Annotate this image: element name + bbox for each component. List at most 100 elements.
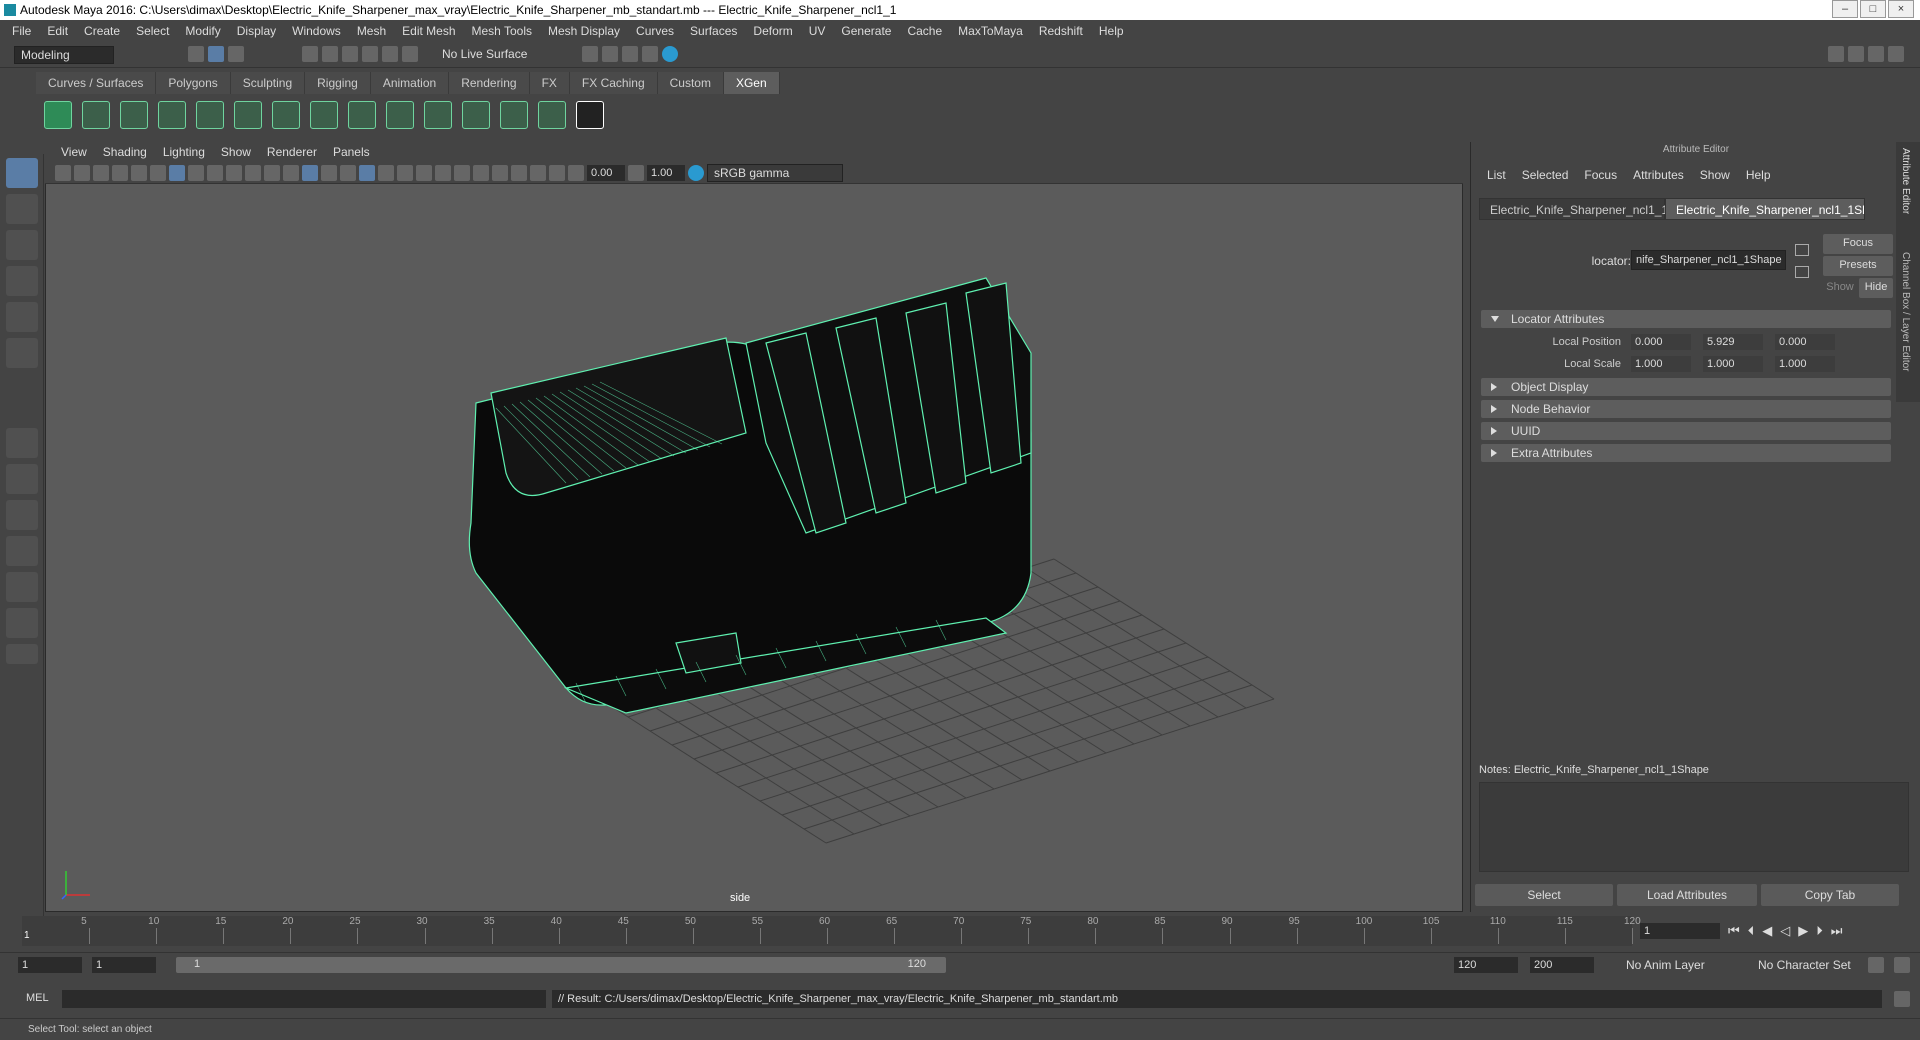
tab-xgen[interactable]: XGen (723, 72, 780, 94)
bookmark-icon[interactable] (93, 164, 109, 181)
tab-curves-surfaces[interactable]: Curves / Surfaces (36, 72, 157, 94)
menu-display[interactable]: Display (229, 24, 284, 38)
copy-tab-button[interactable]: Copy Tab (1761, 884, 1899, 906)
paint-select-icon[interactable] (6, 230, 38, 260)
tab-rendering[interactable]: Rendering (449, 72, 530, 94)
presets-button[interactable]: Presets (1823, 256, 1893, 276)
xgen-place-guide-icon[interactable] (196, 101, 224, 129)
step-forward-key-icon[interactable]: ⏵ (1816, 923, 1823, 939)
textured-icon[interactable] (359, 164, 375, 181)
move-tool-icon[interactable] (6, 266, 38, 296)
play-backward-icon[interactable]: ◁ (1780, 923, 1790, 939)
tab-polygons[interactable]: Polygons (156, 72, 231, 94)
image-plane-icon[interactable] (112, 164, 128, 181)
panel-menu-lighting[interactable]: Lighting (155, 145, 213, 159)
lights-icon[interactable] (378, 164, 394, 181)
snap-view-icon[interactable] (362, 46, 378, 62)
ae-menu-attributes[interactable]: Attributes (1625, 164, 1692, 186)
tool-settings-icon[interactable] (1868, 46, 1884, 62)
snap-surface-icon[interactable] (382, 46, 398, 62)
command-language-label[interactable]: MEL (26, 992, 49, 1004)
2d-pan-zoom-icon[interactable] (131, 164, 147, 181)
xgen-add-guide-icon[interactable] (234, 101, 262, 129)
ipr-render-icon[interactable] (622, 46, 638, 62)
ae-menu-list[interactable]: List (1479, 164, 1514, 186)
menu-windows[interactable]: Windows (284, 24, 349, 38)
gate-mask-icon[interactable] (226, 164, 242, 181)
rotate-tool-icon[interactable] (6, 302, 38, 332)
shelf-options-icon[interactable] (20, 76, 34, 136)
xgen-bend-icon[interactable] (424, 101, 452, 129)
focus-button[interactable]: Focus (1823, 234, 1893, 254)
section-uuid[interactable]: UUID (1481, 422, 1891, 440)
safe-action-icon[interactable] (264, 164, 280, 181)
color-space-dropdown[interactable]: sRGB gamma (707, 163, 843, 182)
render-view-icon[interactable] (582, 46, 598, 62)
viewport[interactable] (45, 142, 1463, 912)
anim-start-field[interactable]: 1 (18, 957, 82, 973)
local-position-x[interactable]: 0.000 (1631, 334, 1691, 350)
xgen-layers-icon[interactable] (386, 101, 414, 129)
xgen-editor-icon[interactable] (44, 101, 72, 129)
camera-attributes-icon[interactable] (74, 164, 90, 181)
animation-prefs-icon[interactable] (1894, 957, 1910, 973)
command-input[interactable] (62, 990, 546, 1008)
xgen-sculpt-guide-icon[interactable] (272, 101, 300, 129)
shaded-wireframe-icon[interactable] (340, 164, 356, 181)
playback-start-field[interactable]: 1 (92, 957, 156, 973)
modeling-toolkit-icon[interactable] (1828, 46, 1844, 62)
two-view-icon[interactable] (6, 500, 38, 530)
tab-transform-node[interactable]: Electric_Knife_Sharpener_ncl1_1 (1479, 198, 1668, 220)
single-view-icon[interactable] (6, 428, 38, 458)
menu-deform[interactable]: Deform (745, 24, 800, 38)
ae-menu-help[interactable]: Help (1738, 164, 1779, 186)
menu-mesh-display[interactable]: Mesh Display (540, 24, 628, 38)
ae-menu-focus[interactable]: Focus (1576, 164, 1625, 186)
exposure-icon[interactable] (568, 164, 584, 181)
xgen-delete-icon[interactable] (538, 101, 566, 129)
range-slider[interactable]: 1 120 (176, 957, 946, 973)
panel-menu-show[interactable]: Show (213, 145, 259, 159)
tab-animation[interactable]: Animation (370, 72, 450, 94)
xgen-grass-icon[interactable] (158, 101, 186, 129)
gamma-field[interactable]: 1.00 (647, 164, 685, 181)
character-set-dropdown[interactable]: No Character Set (1752, 957, 1862, 975)
ae-menu-selected[interactable]: Selected (1514, 164, 1577, 186)
focus-input-icon[interactable] (1795, 244, 1809, 256)
outliner-layout-icon[interactable] (6, 536, 38, 566)
tab-rigging[interactable]: Rigging (305, 72, 371, 94)
panel-menu-panels[interactable]: Panels (325, 145, 378, 159)
menu-curves[interactable]: Curves (628, 24, 682, 38)
side-tab-attribute-editor[interactable]: Attribute Editor (1900, 148, 1911, 214)
minimize-button[interactable]: – (1832, 0, 1858, 18)
load-attributes-button[interactable]: Load Attributes (1617, 884, 1757, 906)
default-material-icon[interactable] (321, 164, 337, 181)
color-management-icon[interactable] (688, 164, 704, 181)
script-editor-icon[interactable] (1894, 991, 1910, 1007)
hypershade-layout-icon[interactable] (6, 608, 38, 638)
section-locator-attributes[interactable]: Locator Attributes (1481, 310, 1891, 328)
time-slider[interactable]: 5 10 15 20 25 30 35 40 45 50 55 60 65 70 75 80 85 90 95 100… (22, 916, 1641, 946)
menu-generate[interactable]: Generate (833, 24, 899, 38)
smooth-shade-icon[interactable] (302, 164, 318, 181)
menu-modify[interactable]: Modify (177, 24, 228, 38)
four-view-icon[interactable] (6, 464, 38, 494)
local-scale-x[interactable]: 1.000 (1631, 356, 1691, 372)
ae-menu-show[interactable]: Show (1692, 164, 1738, 186)
focus-output-icon[interactable] (1795, 266, 1809, 278)
lasso-tool-icon[interactable] (6, 194, 38, 224)
more-layouts-icon[interactable] (6, 644, 38, 664)
close-button[interactable]: × (1888, 0, 1914, 18)
menu-mesh[interactable]: Mesh (349, 24, 394, 38)
play-forward-icon[interactable]: ▶ (1798, 923, 1808, 939)
xray-joints-icon[interactable] (530, 164, 546, 181)
multisample-icon[interactable] (454, 164, 470, 181)
motion-blur-icon[interactable] (435, 164, 451, 181)
auto-key-icon[interactable] (1868, 957, 1884, 973)
xgen-lock-guide-icon[interactable] (310, 101, 338, 129)
xgen-create-description-icon[interactable] (120, 101, 148, 129)
tab-custom[interactable]: Custom (657, 72, 724, 94)
render-current-icon[interactable] (602, 46, 618, 62)
wireframe-icon[interactable] (283, 164, 299, 181)
panel-menu-shading[interactable]: Shading (95, 145, 155, 159)
